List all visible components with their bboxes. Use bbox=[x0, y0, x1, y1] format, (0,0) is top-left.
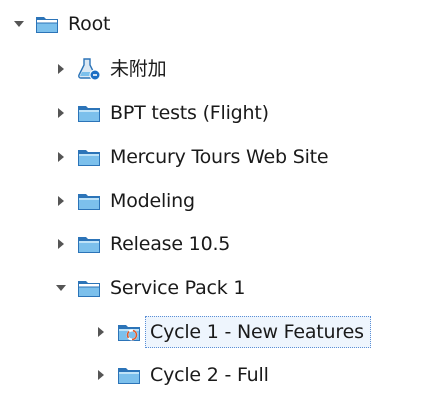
cycle-folder-icon bbox=[114, 312, 144, 352]
folder-open-icon bbox=[74, 268, 104, 308]
collapse-arrow-icon[interactable] bbox=[50, 268, 72, 308]
expand-arrow-icon[interactable] bbox=[50, 49, 72, 89]
tree-node-release[interactable]: Release 10.5 bbox=[50, 224, 230, 264]
folder-icon bbox=[74, 137, 104, 177]
tree-node-modeling[interactable]: Modeling bbox=[50, 181, 195, 221]
tree-node-unattached[interactable]: 未附加 bbox=[50, 49, 167, 89]
tree-node-label: Root bbox=[68, 13, 111, 35]
unattached-flask-icon bbox=[74, 49, 104, 89]
expand-arrow-icon[interactable] bbox=[90, 312, 112, 352]
test-lab-tree: Root 未附加 BPT tests (Flight) Mercury Tour… bbox=[0, 0, 437, 386]
tree-node-service-pack[interactable]: Service Pack 1 bbox=[50, 268, 245, 308]
tree-node-label: Modeling bbox=[110, 190, 195, 212]
tree-node-label: BPT tests (Flight) bbox=[110, 102, 269, 124]
expand-arrow-icon[interactable] bbox=[50, 93, 72, 133]
cycle-folder-icon bbox=[114, 355, 144, 395]
tree-node-label: Cycle 2 - Full bbox=[150, 364, 269, 386]
tree-node-bpt-tests[interactable]: BPT tests (Flight) bbox=[50, 93, 269, 133]
expand-arrow-icon[interactable] bbox=[90, 355, 112, 395]
tree-node-label: Mercury Tours Web Site bbox=[110, 146, 329, 168]
tree-node-cycle-1[interactable]: Cycle 1 - New Features bbox=[90, 312, 371, 352]
tree-node-root[interactable]: Root bbox=[8, 4, 110, 44]
tree-node-label: 未附加 bbox=[110, 58, 167, 80]
folder-icon bbox=[74, 224, 104, 264]
tree-node-label: Release 10.5 bbox=[110, 233, 231, 255]
folder-open-icon bbox=[32, 4, 62, 44]
tree-node-label: Service Pack 1 bbox=[110, 277, 246, 299]
expand-arrow-icon[interactable] bbox=[50, 224, 72, 264]
tree-node-label: Cycle 1 - New Features bbox=[145, 316, 371, 348]
folder-icon bbox=[74, 93, 104, 133]
expand-arrow-icon[interactable] bbox=[50, 181, 72, 221]
tree-node-cycle-2[interactable]: Cycle 2 - Full bbox=[90, 355, 269, 395]
folder-icon bbox=[74, 181, 104, 221]
expand-arrow-icon[interactable] bbox=[50, 137, 72, 177]
collapse-arrow-icon[interactable] bbox=[8, 4, 30, 44]
tree-node-mercury-tours[interactable]: Mercury Tours Web Site bbox=[50, 137, 329, 177]
